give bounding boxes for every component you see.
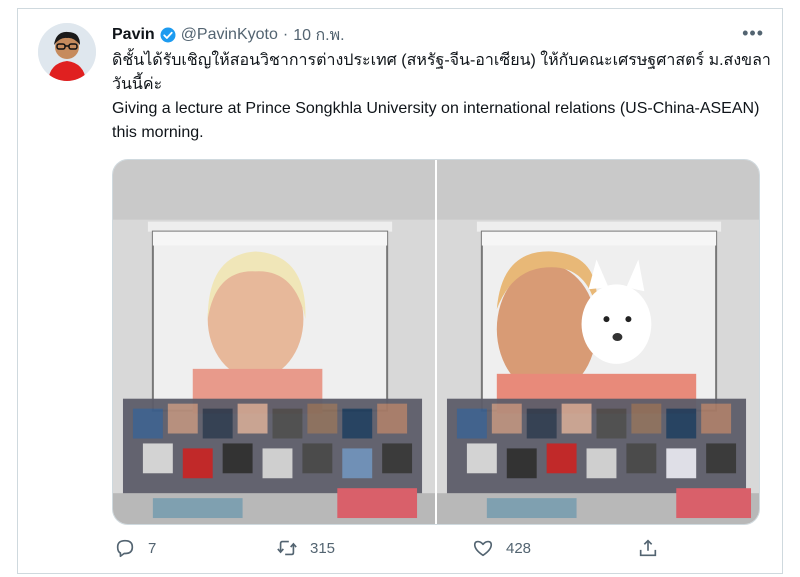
author-name[interactable]: Pavin <box>112 26 155 44</box>
share-button[interactable] <box>637 537 671 559</box>
tweet-header: Pavin @PavinKyoto · 10 ก.พ. <box>112 23 345 47</box>
tweet-photo-2[interactable] <box>437 160 759 524</box>
retweet-icon <box>277 540 297 556</box>
tweet-date[interactable]: 10 ก.พ. <box>293 23 344 48</box>
share-icon <box>639 539 657 557</box>
tweet-media[interactable] <box>112 159 760 525</box>
separator-dot: · <box>282 26 289 43</box>
reply-icon <box>116 539 134 558</box>
like-count: 428 <box>506 539 532 557</box>
reply-button[interactable]: 7 <box>114 537 156 559</box>
tweet-card[interactable]: Pavin @PavinKyoto · 10 ก.พ. ••• ดิชั้นได… <box>17 8 783 574</box>
tweet-text-english: Giving a lecture at Prince Songkhla Univ… <box>112 100 760 141</box>
like-icon <box>473 540 493 557</box>
tweet-actions: 7 315 428 <box>112 537 752 561</box>
author-handle[interactable]: @PavinKyoto <box>181 26 278 44</box>
tweet-text: ดิชั้นได้รับเชิญให้สอนวิชาการต่างประเทศ … <box>112 49 772 145</box>
reply-count: 7 <box>148 539 157 557</box>
tweet-text-thai: ดิชั้นได้รับเชิญให้สอนวิชาการต่างประเทศ … <box>112 52 771 93</box>
verified-badge-icon <box>160 27 176 43</box>
retweet-count: 315 <box>310 539 336 557</box>
tweet-photo-1[interactable] <box>113 160 435 524</box>
retweet-button[interactable]: 315 <box>276 537 335 559</box>
more-options-icon[interactable]: ••• <box>742 23 764 44</box>
like-button[interactable]: 428 <box>472 537 531 559</box>
avatar[interactable] <box>38 23 96 81</box>
